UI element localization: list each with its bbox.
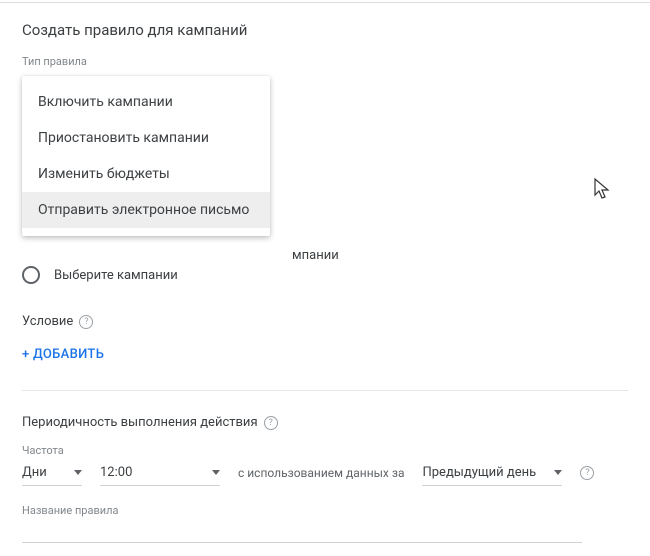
radio-icon[interactable] [22, 266, 40, 284]
frequency-period-value: Дни [22, 465, 47, 480]
chevron-down-icon [74, 470, 82, 475]
frequency-time-value: 12:00 [100, 465, 132, 480]
rule-name-label: Название правила [22, 504, 628, 517]
data-range-select[interactable]: Предыдущий день [422, 461, 562, 486]
help-icon[interactable]: ? [79, 315, 93, 329]
frequency-label: Частота [22, 444, 82, 457]
divider [22, 390, 628, 391]
obscured-text: мпании [292, 248, 339, 263]
using-data-text: с использованием данных за [238, 466, 404, 486]
help-icon[interactable]: ? [580, 466, 594, 480]
apply-to-radio-row[interactable]: Выберите кампании [22, 266, 628, 284]
help-icon[interactable]: ? [264, 416, 278, 430]
rule-type-label: Тип правила [22, 55, 628, 68]
rule-type-option[interactable]: Приостановить кампании [22, 120, 270, 156]
rule-type-option[interactable]: Включить кампании [22, 84, 270, 120]
rule-type-option[interactable]: Отправить электронное письмо [22, 192, 270, 228]
rule-type-option[interactable]: Изменить бюджеты [22, 156, 270, 192]
frequency-heading: Периодичность выполнения действия [22, 415, 258, 430]
rule-type-dropdown[interactable]: Включить кампании Приостановить кампании… [22, 76, 270, 236]
radio-label: Выберите кампании [54, 268, 178, 283]
chevron-down-icon [554, 470, 562, 475]
data-range-value: Предыдущий день [422, 465, 536, 480]
add-condition-button[interactable]: + ДОБАВИТЬ [22, 347, 104, 362]
chevron-down-icon [212, 470, 220, 475]
rule-name-input[interactable] [22, 521, 582, 543]
frequency-period-select[interactable]: Дни [22, 461, 82, 486]
page-title: Создать правило для кампаний [22, 21, 628, 39]
condition-heading: Условие [22, 314, 73, 329]
frequency-time-select[interactable]: 12:00 [100, 461, 220, 486]
